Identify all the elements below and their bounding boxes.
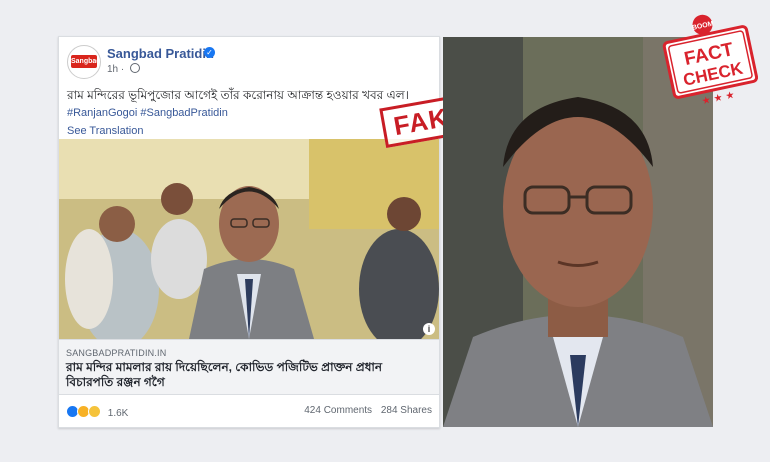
info-icon[interactable]: i bbox=[423, 323, 435, 335]
link-preview[interactable]: SANGBADPRATIDIN.IN রাম মন্দির মামলার রায… bbox=[59, 339, 439, 395]
post-photo[interactable] bbox=[59, 139, 439, 339]
reaction-count: 1.6K bbox=[107, 408, 129, 419]
hashtags-link[interactable]: #RanjanGogoi #SangbadPratidin bbox=[67, 107, 228, 119]
facebook-post-card: Sangbad Sangbad Pratidin ✓ 1h · রাম মন্দ… bbox=[58, 36, 440, 428]
post-time-label: 1h bbox=[107, 64, 119, 75]
see-translation-link[interactable]: See Translation bbox=[67, 125, 143, 137]
fact-check-stamp-icon: BOOM FACT CHECK ★ ★ ★ bbox=[662, 14, 759, 107]
link-title: রাম মন্দির মামলার রায় দিয়েছিলেন, কোভিড… bbox=[66, 360, 383, 389]
post-time[interactable]: 1h · bbox=[107, 63, 141, 75]
engagement-counts: 424 Comments 284 Shares bbox=[304, 405, 432, 416]
boom-fact-check-badge: BOOM FACT CHECK ★ ★ ★ bbox=[660, 10, 760, 110]
shares-count-link[interactable]: 284 Shares bbox=[381, 405, 432, 416]
post-photo-image bbox=[59, 139, 439, 339]
page-name-link[interactable]: Sangbad Pratidin bbox=[107, 46, 214, 61]
page-avatar[interactable]: Sangbad bbox=[67, 45, 101, 79]
verified-badge-icon: ✓ bbox=[204, 47, 215, 58]
reactions-summary[interactable]: 1.6K bbox=[66, 405, 128, 419]
sad-reaction-icon bbox=[88, 405, 101, 418]
link-domain: SANGBADPRATIDIN.IN bbox=[66, 348, 167, 358]
globe-icon bbox=[130, 63, 141, 73]
avatar-logo: Sangbad bbox=[71, 55, 100, 68]
post-caption: রাম মন্দিরের ভূমিপুজোর আগেই তাঁর করোনায়… bbox=[67, 88, 409, 102]
comments-count-link[interactable]: 424 Comments bbox=[304, 405, 372, 416]
